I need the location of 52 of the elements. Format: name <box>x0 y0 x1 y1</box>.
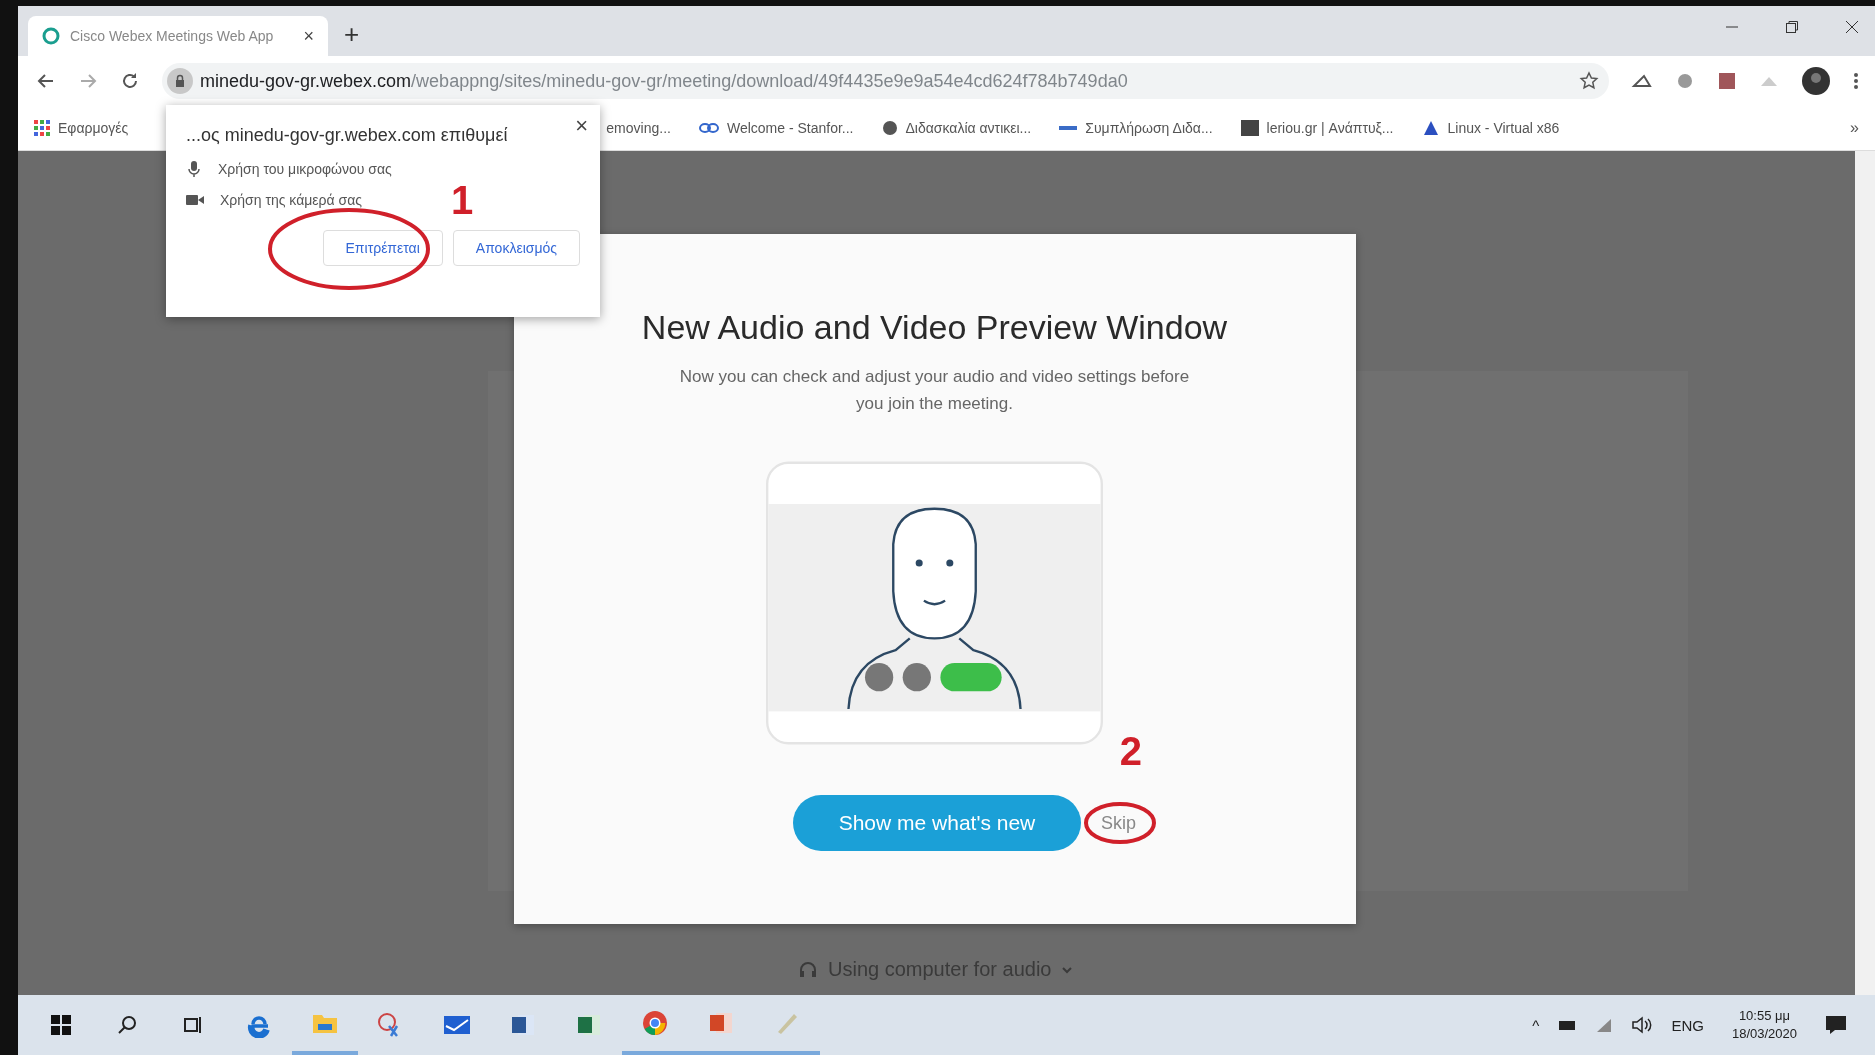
dialog-title: New Audio and Video Preview Window <box>641 308 1228 347</box>
dialog-description: Now you can check and adjust your audio and video settings before you join the meeting. <box>678 366 1191 415</box>
bookmark-link[interactable]: leriou.gr | Ανάπτυξ... <box>1266 120 1394 136</box>
apps-grid-icon <box>34 120 50 136</box>
reload-icon[interactable] <box>120 71 140 91</box>
annotation-number: 2 <box>1119 729 1142 774</box>
page-icon <box>1240 120 1259 136</box>
permission-label: Χρήση της κάμερά σας <box>220 192 363 208</box>
block-button[interactable]: Αποκλεισμός <box>452 230 580 266</box>
chevron-down-icon <box>1061 965 1074 974</box>
bookmark-link[interactable]: Διδασκαλία αντικει... <box>905 120 1032 136</box>
lock-icon <box>166 67 194 95</box>
site-logo-icon <box>42 27 60 45</box>
new-tab-button[interactable]: + <box>344 19 360 50</box>
star-icon[interactable] <box>1579 71 1599 91</box>
link-icon <box>698 122 719 134</box>
network-icon[interactable] <box>1557 1018 1578 1032</box>
microphone-icon <box>186 160 202 178</box>
extension-icon[interactable] <box>1675 71 1695 91</box>
address-field[interactable]: minedu-gov-gr.webex.com/webappng/sites/minedu-gov-gr/meeting/download/49f4435e9e9a54e4cd624f784b749da0 <box>162 63 1609 99</box>
scrollbar[interactable] <box>1855 151 1875 995</box>
close-icon[interactable] <box>1845 20 1859 34</box>
bookmark-link[interactable]: Linux - Virtual x86 <box>1447 120 1560 136</box>
profile-avatar-icon[interactable] <box>1801 66 1831 96</box>
wifi-signal-icon[interactable] <box>1595 1017 1614 1033</box>
bookmark-link[interactable]: Συμπλήρωση Διδα... <box>1085 120 1213 136</box>
bookmark-link[interactable]: emoving... <box>606 120 671 136</box>
url-text: minedu-gov-gr.webex.com/webappng/sites/minedu-gov-gr/meeting/download/49f4435e9e9a54e4cd624f784b749da0 <box>200 70 1129 92</box>
headset-icon <box>798 959 818 980</box>
more-menu-icon[interactable] <box>1853 71 1859 91</box>
language-indicator[interactable]: ENG <box>1671 1016 1704 1034</box>
restore-icon[interactable] <box>1785 20 1799 34</box>
dash-icon <box>1059 124 1078 132</box>
notifications-icon[interactable] <box>1825 1015 1847 1035</box>
tab-title: Cisco Webex Meetings Web App <box>70 28 275 44</box>
globe-icon <box>881 120 898 136</box>
permission-label: Χρήση του μικροφώνου σας <box>218 161 392 177</box>
annotation-number: 1 <box>451 178 474 223</box>
pdf-extension-icon[interactable] <box>1717 71 1737 91</box>
speaker-icon[interactable] <box>1631 1016 1654 1034</box>
show-hidden-icons-button[interactable]: ^ <box>1532 1016 1540 1034</box>
more-bookmarks-button[interactable]: » <box>1850 119 1859 137</box>
bookmark-link[interactable]: Εφαρμογές <box>58 120 129 136</box>
bookmark-link[interactable]: Welcome - Stanfor... <box>726 120 854 136</box>
popup-close-button[interactable]: × <box>575 113 588 139</box>
camera-icon <box>186 194 204 206</box>
browser-tab[interactable]: Cisco Webex Meetings Web App × <box>28 16 328 56</box>
popup-title: ...ος minedu-gov-gr.webex.com επιθυμεί <box>186 125 509 146</box>
clock[interactable]: 10:55 μμ 18/03/2020 <box>1731 1007 1797 1043</box>
app-icon <box>1421 119 1440 137</box>
tab-close-button[interactable]: × <box>303 25 314 47</box>
allow-button[interactable]: Επιτρέπεται <box>322 230 443 266</box>
